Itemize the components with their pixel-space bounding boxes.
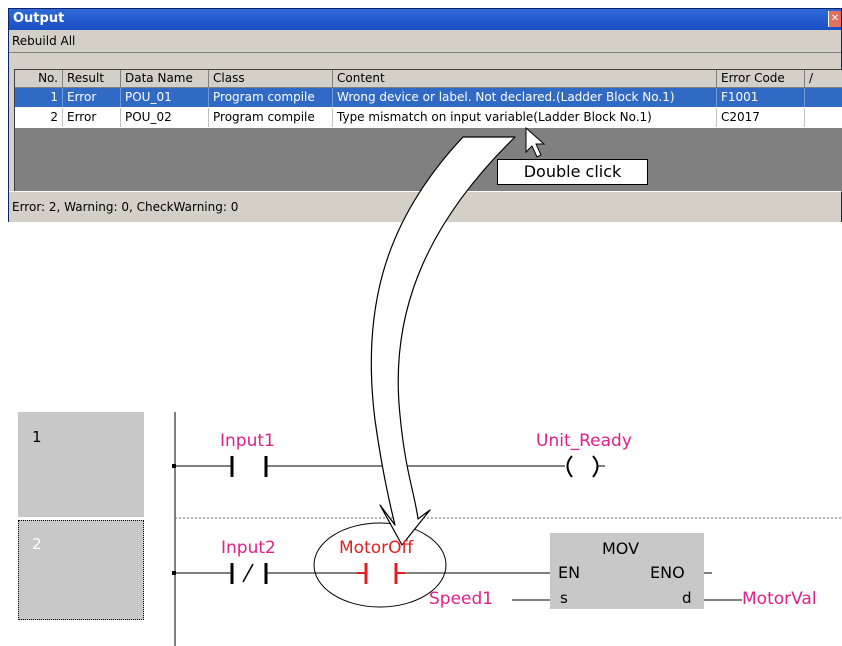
cell-result: Error: [63, 108, 121, 127]
result-list[interactable]: No. Result Data Name Class Content Error…: [14, 69, 842, 192]
block-name: MOV: [602, 539, 640, 558]
cell-data-name: POU_02: [121, 108, 209, 127]
cell-class: Program compile: [209, 108, 333, 127]
output-label-motorval[interactable]: MotorVal: [742, 589, 817, 609]
table-row[interactable]: 2 Error POU_02 Program compile Type mism…: [15, 108, 842, 127]
pin-s: s: [560, 589, 568, 607]
pin-eno: ENO: [650, 563, 685, 582]
cell-error-code: F1001: [717, 88, 805, 107]
column-header-data-name[interactable]: Data Name: [121, 70, 209, 88]
mov-function-block[interactable]: MOV EN ENO s d: [550, 533, 704, 609]
column-header-content[interactable]: Content: [333, 70, 717, 88]
column-header-result[interactable]: Result: [63, 70, 121, 88]
status-text: Error: 2, Warning: 0, CheckWarning: 0: [12, 200, 239, 214]
cell-class: Program compile: [209, 88, 333, 107]
contact-label-motoroff[interactable]: MotorOff: [339, 538, 413, 558]
cell-no: 2: [15, 108, 63, 127]
column-header-class[interactable]: Class: [209, 70, 333, 88]
contact-label-input2[interactable]: Input2: [221, 538, 276, 558]
cell-data-name: POU_01: [121, 88, 209, 107]
coil-unit-ready: [566, 455, 573, 478]
cell-error-code: C2017: [717, 108, 805, 127]
pin-en: EN: [558, 563, 581, 582]
rung-1: [172, 455, 605, 478]
window-title: Output: [13, 11, 65, 26]
double-click-callout: Double click: [497, 159, 648, 185]
column-header-no[interactable]: No.: [15, 70, 63, 88]
pin-d: d: [682, 589, 692, 607]
close-button[interactable]: ✕: [828, 11, 841, 27]
cell-no: 1: [15, 88, 63, 107]
divider: [9, 52, 841, 53]
title-bar: Output ✕: [9, 9, 841, 30]
output-window: Output ✕ Rebuild All No. Result Data Nam…: [8, 8, 842, 222]
close-icon: ✕: [830, 13, 840, 24]
column-header-extra[interactable]: /: [805, 70, 842, 88]
column-header-error-code[interactable]: Error Code: [717, 70, 805, 88]
contact-label-input1[interactable]: Input1: [220, 431, 275, 451]
status-bar: Error: 2, Warning: 0, CheckWarning: 0: [9, 191, 841, 222]
coil-label-unit-ready[interactable]: Unit_Ready: [536, 431, 632, 451]
input-label-speed1[interactable]: Speed1: [429, 589, 493, 609]
highlight-ellipse: [313, 522, 447, 608]
cell-content: Type mismatch on input variable(Ladder B…: [333, 108, 717, 127]
row-number: 2: [32, 535, 42, 553]
row-number: 1: [32, 428, 42, 446]
cell-content: Wrong device or label. Not declared.(Lad…: [333, 88, 717, 107]
rebuild-label: Rebuild All: [12, 34, 76, 48]
table-row[interactable]: 1 Error POU_01 Program compile Wrong dev…: [15, 88, 842, 107]
cell-result: Error: [63, 88, 121, 107]
